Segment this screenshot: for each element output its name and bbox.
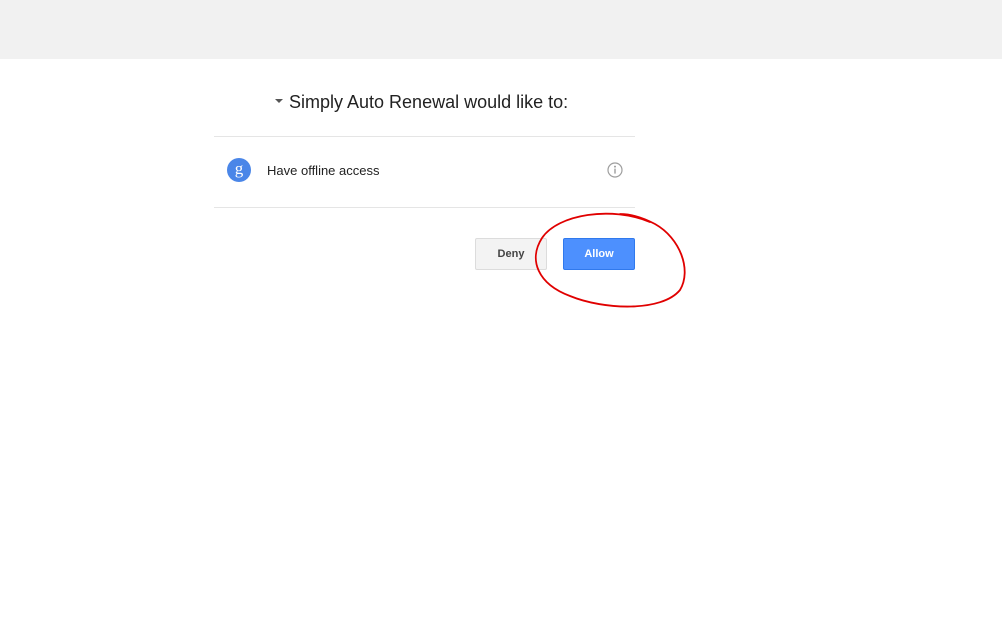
google-g-icon: g <box>227 158 251 182</box>
divider <box>214 207 635 208</box>
allow-button[interactable]: Allow <box>563 238 635 270</box>
dialog-title[interactable]: Simply Auto Renewal would like to: <box>275 90 568 114</box>
deny-button[interactable]: Deny <box>475 238 547 270</box>
info-icon[interactable] <box>607 162 623 178</box>
permission-label: Have offline access <box>267 163 380 178</box>
top-bar <box>0 0 1002 59</box>
caret-down-icon[interactable] <box>275 99 283 103</box>
permission-row: g Have offline access <box>214 137 635 207</box>
dialog-title-text: Simply Auto Renewal would like to: <box>289 91 569 112</box>
